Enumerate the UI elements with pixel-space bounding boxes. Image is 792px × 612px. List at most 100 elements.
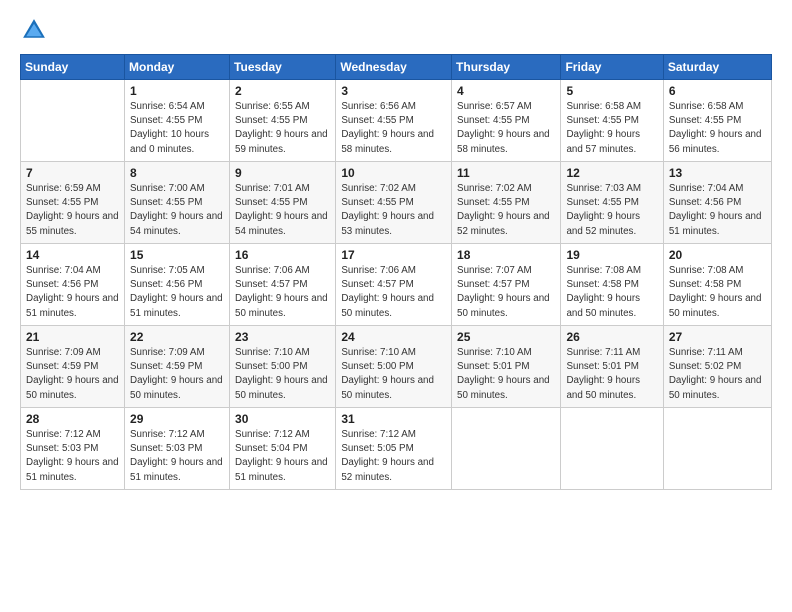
day-cell: 12 Sunrise: 7:03 AMSunset: 4:55 PMDayligh…	[561, 162, 663, 244]
header-row: SundayMondayTuesdayWednesdayThursdayFrid…	[21, 55, 772, 80]
day-info: Sunrise: 6:58 AMSunset: 4:55 PMDaylight:…	[566, 100, 657, 157]
header-friday: Friday	[561, 55, 663, 80]
day-cell: 17Sunrise: 7:06 AMSunset: 4:57 PMDayligh…	[336, 244, 452, 326]
day-info: Sunrise: 7:06 AMSunset: 4:57 PMDaylight:…	[341, 264, 446, 321]
day-info: Sunrise: 6:59 AMSunset: 4:55 PMDaylight:…	[26, 182, 119, 239]
day-cell: 28Sunrise: 7:12 AMSunset: 5:03 PMDayligh…	[21, 408, 125, 490]
day-number: 29	[130, 412, 224, 426]
day-cell: 4 Sunrise: 6:57 AMSunset: 4:55 PMDaylight…	[452, 80, 561, 162]
day-info: Sunrise: 7:07 AMSunset: 4:57 PMDaylight:…	[457, 264, 555, 321]
day-info: Sunrise: 7:05 AMSunset: 4:56 PMDaylight:…	[130, 264, 224, 321]
day-number: 8	[130, 166, 224, 180]
week-row-0: 1Sunrise: 6:54 AMSunset: 4:55 PMDaylight…	[21, 80, 772, 162]
week-row-2: 14Sunrise: 7:04 AMSunset: 4:56 PMDayligh…	[21, 244, 772, 326]
day-cell: 31 Sunrise: 7:12 AMSunset: 5:05 PMDayligh…	[336, 408, 452, 490]
day-number: 26	[566, 330, 657, 344]
day-cell: 27 Sunrise: 7:11 AMSunset: 5:02 PMDayligh…	[663, 326, 771, 408]
day-cell: 18Sunrise: 7:07 AMSunset: 4:57 PMDayligh…	[452, 244, 561, 326]
day-info: Sunrise: 7:09 AMSunset: 4:59 PMDaylight:…	[130, 346, 224, 403]
day-info: Sunrise: 6:58 AMSunset: 4:55 PMDaylight:…	[669, 100, 766, 157]
day-cell: 15 Sunrise: 7:05 AMSunset: 4:56 PMDayligh…	[125, 244, 230, 326]
day-cell: 10 Sunrise: 7:02 AMSunset: 4:55 PMDayligh…	[336, 162, 452, 244]
calendar-table: SundayMondayTuesdayWednesdayThursdayFrid…	[20, 54, 772, 490]
day-info: Sunrise: 6:56 AMSunset: 4:55 PMDaylight:…	[341, 100, 446, 157]
day-number: 2	[235, 84, 330, 98]
day-info: Sunrise: 7:08 AMSunset: 4:58 PMDaylight:…	[566, 264, 657, 321]
day-info: Sunrise: 6:55 AMSunset: 4:55 PMDaylight:…	[235, 100, 330, 157]
day-cell: 22Sunrise: 7:09 AMSunset: 4:59 PMDayligh…	[125, 326, 230, 408]
header-thursday: Thursday	[452, 55, 561, 80]
day-number: 24	[341, 330, 446, 344]
day-info: Sunrise: 7:03 AMSunset: 4:55 PMDaylight:…	[566, 182, 657, 239]
header-sunday: Sunday	[21, 55, 125, 80]
day-info: Sunrise: 7:06 AMSunset: 4:57 PMDaylight:…	[235, 264, 330, 321]
day-cell: 23 Sunrise: 7:10 AMSunset: 5:00 PMDayligh…	[230, 326, 336, 408]
day-info: Sunrise: 7:12 AMSunset: 5:04 PMDaylight:…	[235, 428, 330, 485]
day-number: 9	[235, 166, 330, 180]
day-cell: 1Sunrise: 6:54 AMSunset: 4:55 PMDaylight…	[125, 80, 230, 162]
day-cell: 16 Sunrise: 7:06 AMSunset: 4:57 PMDayligh…	[230, 244, 336, 326]
day-info: Sunrise: 6:57 AMSunset: 4:55 PMDaylight:…	[457, 100, 555, 157]
day-cell: 20Sunrise: 7:08 AMSunset: 4:58 PMDayligh…	[663, 244, 771, 326]
day-number: 28	[26, 412, 119, 426]
day-info: Sunrise: 7:12 AMSunset: 5:03 PMDaylight:…	[130, 428, 224, 485]
day-number: 12	[566, 166, 657, 180]
day-number: 3	[341, 84, 446, 98]
page-container: SundayMondayTuesdayWednesdayThursdayFrid…	[0, 0, 792, 500]
page-header	[20, 16, 772, 44]
day-number: 10	[341, 166, 446, 180]
day-cell: 14Sunrise: 7:04 AMSunset: 4:56 PMDayligh…	[21, 244, 125, 326]
day-info: Sunrise: 7:02 AMSunset: 4:55 PMDaylight:…	[457, 182, 555, 239]
day-cell: 24 Sunrise: 7:10 AMSunset: 5:00 PMDayligh…	[336, 326, 452, 408]
day-cell: 8 Sunrise: 7:00 AMSunset: 4:55 PMDaylight…	[125, 162, 230, 244]
day-cell: 25Sunrise: 7:10 AMSunset: 5:01 PMDayligh…	[452, 326, 561, 408]
day-info: Sunrise: 7:11 AMSunset: 5:01 PMDaylight:…	[566, 346, 657, 403]
day-info: Sunrise: 7:12 AMSunset: 5:05 PMDaylight:…	[341, 428, 446, 485]
logo-icon	[20, 16, 48, 44]
week-row-4: 28 Sunrise: 7:12 AMSunset: 5:03 PMDayligh…	[21, 408, 772, 490]
day-number: 7	[26, 166, 119, 180]
day-cell: 13 Sunrise: 7:04 AMSunset: 4:56 PMDayligh…	[663, 162, 771, 244]
day-cell: 2 Sunrise: 6:55 AMSunset: 4:55 PMDaylight…	[230, 80, 336, 162]
day-cell: 19 Sunrise: 7:08 AMSunset: 4:58 PMDayligh…	[561, 244, 663, 326]
day-number: 4	[457, 84, 555, 98]
day-number: 11	[457, 166, 555, 180]
day-info: Sunrise: 6:54 AMSunset: 4:55 PMDaylight:…	[130, 100, 224, 157]
day-info: Sunrise: 7:01 AMSunset: 4:55 PMDaylight:…	[235, 182, 330, 239]
day-number: 16	[235, 248, 330, 262]
day-cell: 9 Sunrise: 7:01 AMSunset: 4:55 PMDaylight…	[230, 162, 336, 244]
day-number: 27	[669, 330, 766, 344]
day-cell: 21Sunrise: 7:09 AMSunset: 4:59 PMDayligh…	[21, 326, 125, 408]
day-cell	[663, 408, 771, 490]
day-cell: 5 Sunrise: 6:58 AMSunset: 4:55 PMDaylight…	[561, 80, 663, 162]
day-number: 15	[130, 248, 224, 262]
day-info: Sunrise: 7:04 AMSunset: 4:56 PMDaylight:…	[669, 182, 766, 239]
day-cell	[561, 408, 663, 490]
day-info: Sunrise: 7:00 AMSunset: 4:55 PMDaylight:…	[130, 182, 224, 239]
day-cell: 11 Sunrise: 7:02 AMSunset: 4:55 PMDayligh…	[452, 162, 561, 244]
day-number: 14	[26, 248, 119, 262]
day-info: Sunrise: 7:10 AMSunset: 5:00 PMDaylight:…	[235, 346, 330, 403]
day-cell: 29 Sunrise: 7:12 AMSunset: 5:03 PMDayligh…	[125, 408, 230, 490]
day-number: 19	[566, 248, 657, 262]
day-info: Sunrise: 7:10 AMSunset: 5:00 PMDaylight:…	[341, 346, 446, 403]
header-monday: Monday	[125, 55, 230, 80]
day-number: 31	[341, 412, 446, 426]
day-info: Sunrise: 7:09 AMSunset: 4:59 PMDaylight:…	[26, 346, 119, 403]
day-cell: 26 Sunrise: 7:11 AMSunset: 5:01 PMDayligh…	[561, 326, 663, 408]
day-cell	[21, 80, 125, 162]
week-row-1: 7 Sunrise: 6:59 AMSunset: 4:55 PMDaylight…	[21, 162, 772, 244]
day-cell: 3 Sunrise: 6:56 AMSunset: 4:55 PMDaylight…	[336, 80, 452, 162]
day-number: 13	[669, 166, 766, 180]
week-row-3: 21Sunrise: 7:09 AMSunset: 4:59 PMDayligh…	[21, 326, 772, 408]
day-info: Sunrise: 7:02 AMSunset: 4:55 PMDaylight:…	[341, 182, 446, 239]
day-cell: 30 Sunrise: 7:12 AMSunset: 5:04 PMDayligh…	[230, 408, 336, 490]
day-number: 25	[457, 330, 555, 344]
day-number: 5	[566, 84, 657, 98]
day-number: 23	[235, 330, 330, 344]
day-cell: 7 Sunrise: 6:59 AMSunset: 4:55 PMDaylight…	[21, 162, 125, 244]
day-cell	[452, 408, 561, 490]
day-number: 30	[235, 412, 330, 426]
day-info: Sunrise: 7:11 AMSunset: 5:02 PMDaylight:…	[669, 346, 766, 403]
day-info: Sunrise: 7:08 AMSunset: 4:58 PMDaylight:…	[669, 264, 766, 321]
